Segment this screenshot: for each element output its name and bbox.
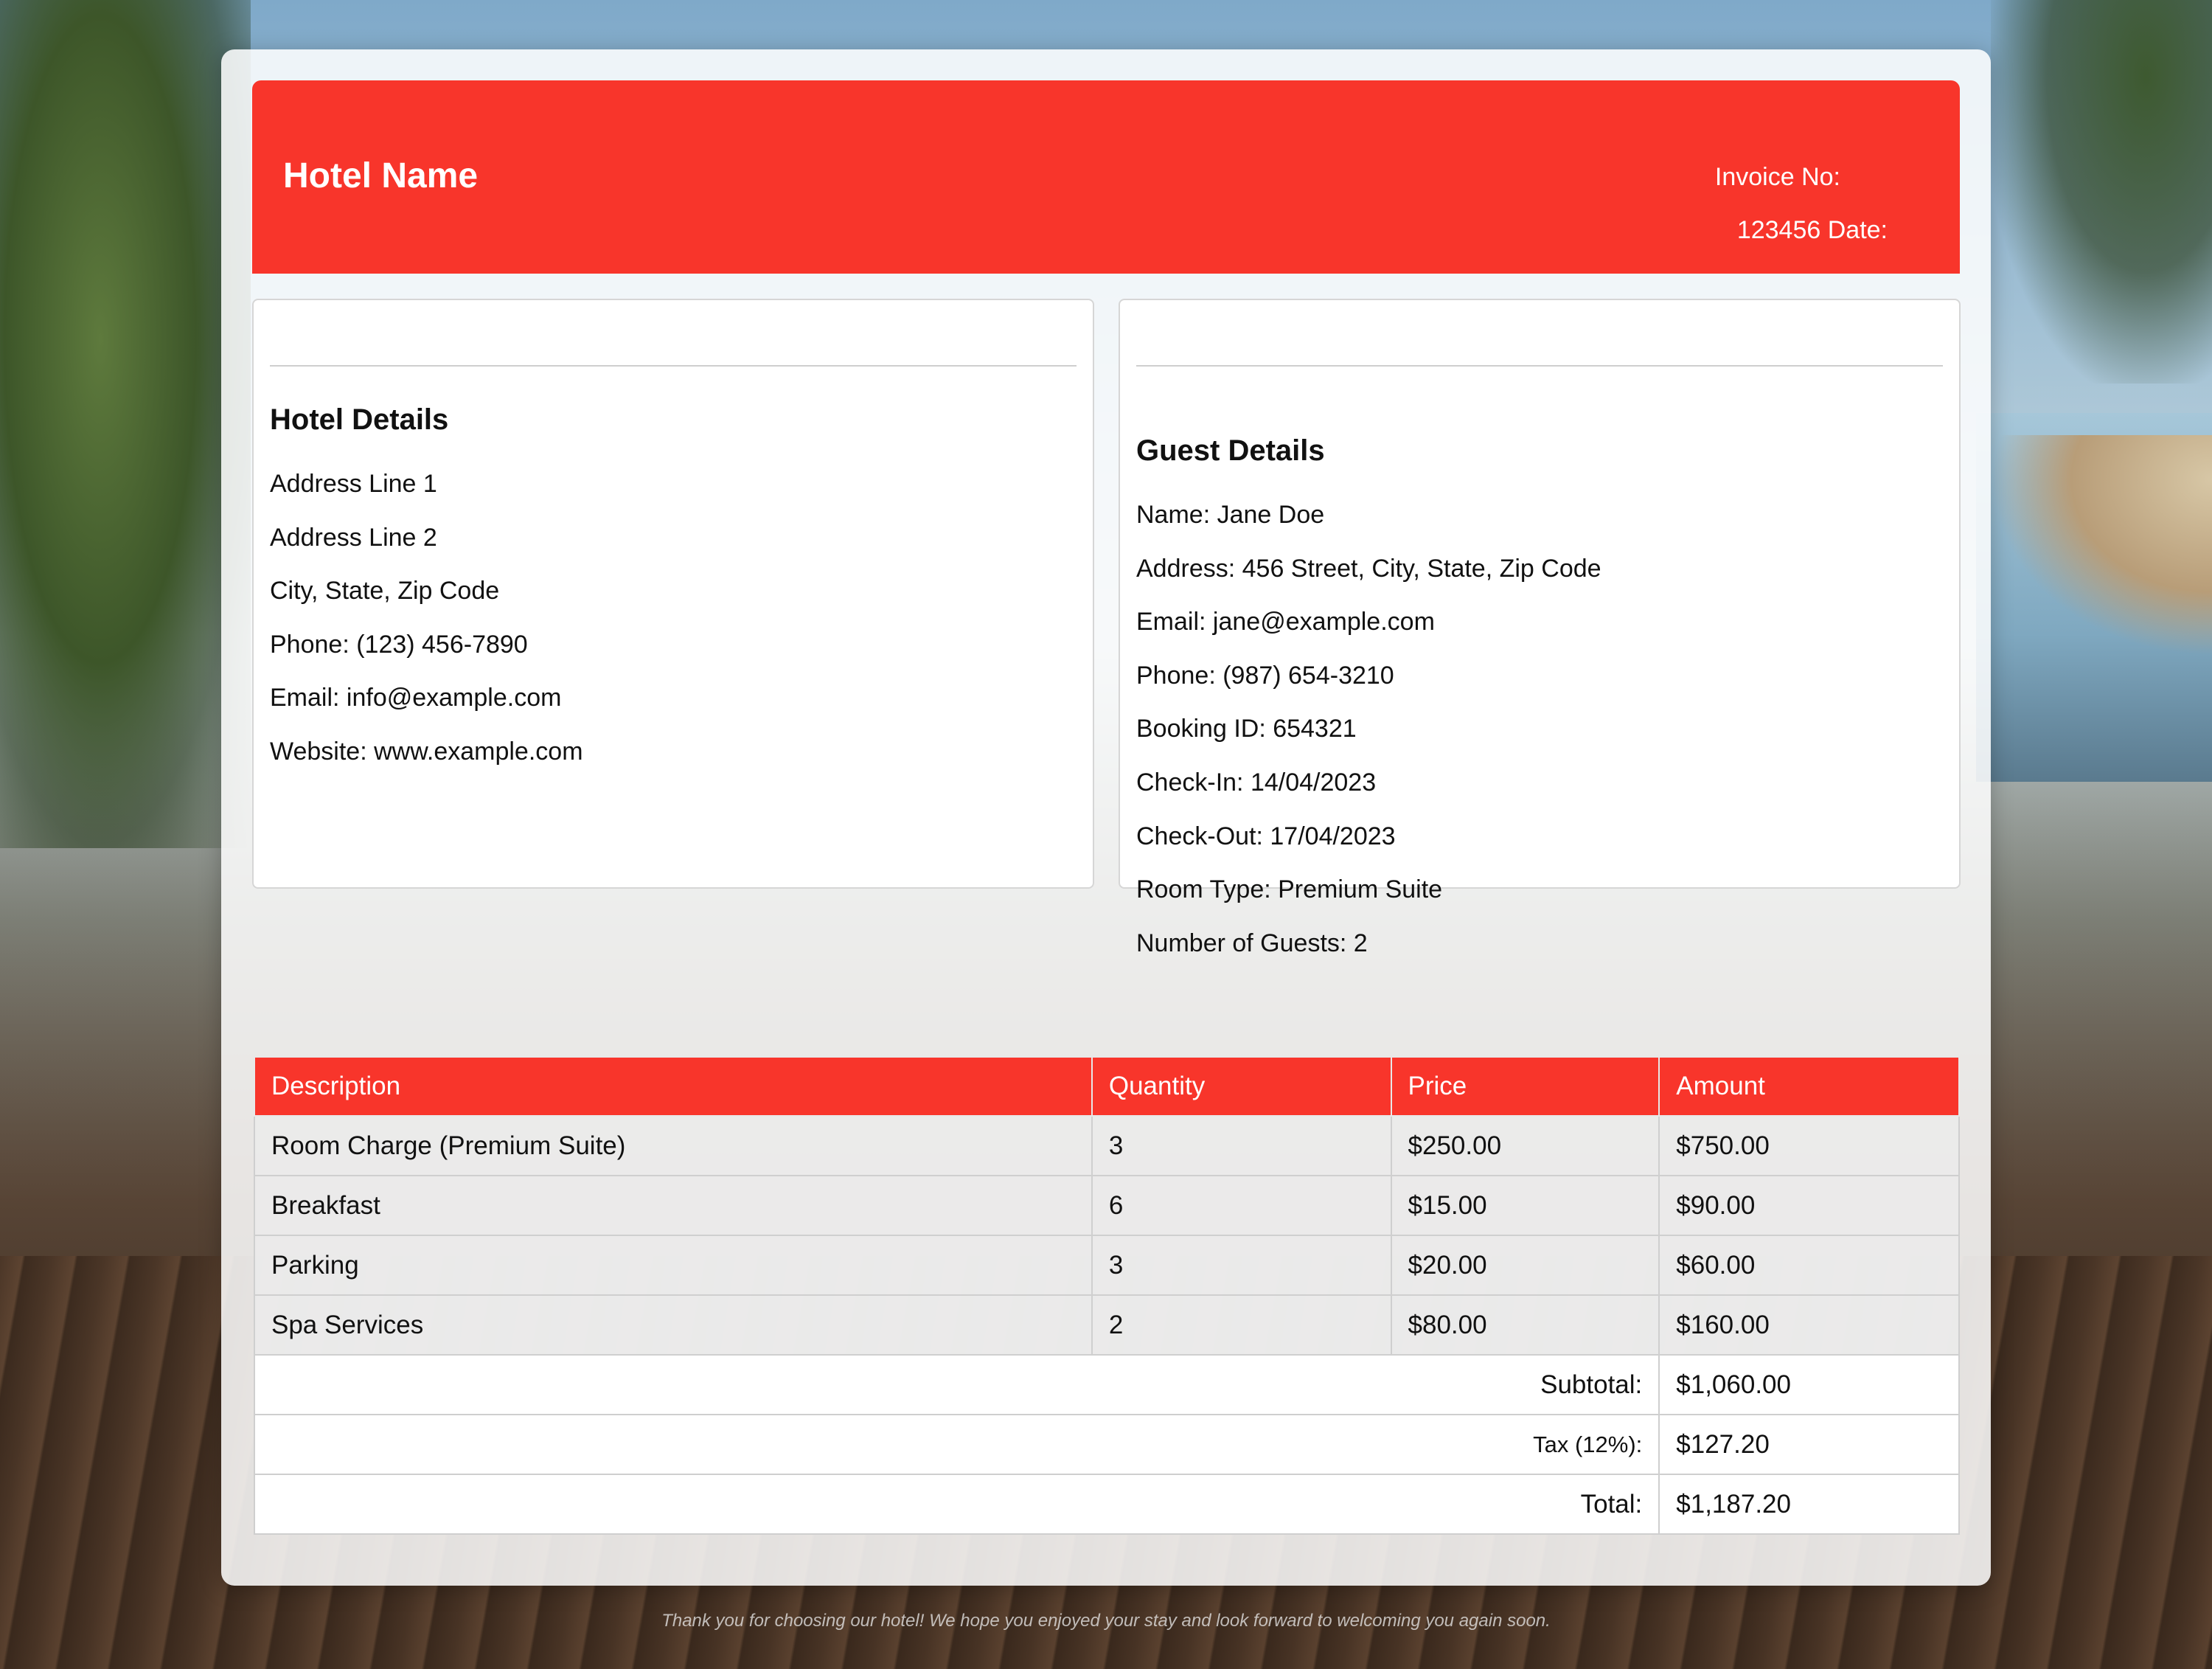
invoice-header: Hotel Name Invoice No: 123456 Date:	[252, 80, 1960, 274]
check-out: Check-Out: 17/04/2023	[1136, 822, 1396, 850]
cell-price: $250.00	[1390, 1115, 1660, 1176]
table-row: Breakfast 6 $15.00 $90.00	[254, 1175, 1960, 1236]
divider	[1136, 365, 1943, 367]
cell-price: $80.00	[1390, 1294, 1660, 1356]
check-in: Check-In: 14/04/2023	[1136, 768, 1377, 797]
guest-address: Address: 456 Street, City, State, Zip Co…	[1136, 554, 1601, 583]
room-type: Room Type: Premium Suite	[1136, 875, 1443, 904]
guest-details-heading: Guest Details	[1136, 434, 1325, 467]
number-of-guests: Number of Guests: 2	[1136, 929, 1368, 957]
guest-name: Name: Jane Doe	[1136, 501, 1325, 529]
cell-quantity: 3	[1091, 1235, 1392, 1296]
invoice-number-date: 123456 Date:	[1736, 216, 1888, 244]
guest-details-panel: Guest Details Name: Jane Doe Address: 45…	[1119, 299, 1961, 956]
cell-description: Parking	[254, 1235, 1093, 1296]
cell-price: $20.00	[1390, 1235, 1660, 1296]
hotel-address-line-2: Address Line 2	[270, 523, 437, 552]
hotel-city-state-zip: City, State, Zip Code	[270, 577, 500, 606]
guest-details-list: Name: Jane Doe Address: 456 Street, City…	[1136, 502, 1601, 984]
column-header-price: Price	[1390, 1056, 1660, 1117]
column-header-quantity: Quantity	[1091, 1056, 1392, 1117]
cell-quantity: 2	[1091, 1294, 1392, 1356]
tax-row: Tax (12%): $127.20	[253, 1414, 1960, 1475]
guest-email: Email: jane@example.com	[1136, 608, 1435, 636]
table-row: Parking 3 $20.00 $60.00	[254, 1235, 1960, 1296]
hotel-address-line-1: Address Line 1	[270, 470, 437, 498]
hotel-details-heading: Hotel Details	[270, 403, 449, 436]
background-palm-right	[1991, 0, 2212, 384]
total-value: $1,187.20	[1658, 1474, 1960, 1535]
background-palm-trees	[0, 0, 251, 848]
invoice-items-table: Description Quantity Price Amount Room C…	[253, 1056, 1960, 1535]
hotel-details-panel: Hotel Details Address Line 1 Address Lin…	[252, 299, 1094, 889]
cell-amount: $90.00	[1658, 1175, 1960, 1236]
footer-thank-you-note: Thank you for choosing our hotel! We hop…	[661, 1611, 1551, 1631]
total-label: Total:	[253, 1474, 1660, 1535]
column-header-amount: Amount	[1658, 1056, 1960, 1117]
tax-label: Tax (12%):	[253, 1414, 1660, 1475]
hotel-email: Email: info@example.com	[270, 684, 562, 712]
tax-value: $127.20	[1658, 1414, 1960, 1475]
divider	[270, 365, 1077, 367]
cell-description: Room Charge (Premium Suite)	[254, 1115, 1093, 1176]
table-row: Room Charge (Premium Suite) 3 $250.00 $7…	[254, 1115, 1960, 1176]
hotel-name: Hotel Name	[283, 156, 479, 195]
cell-quantity: 3	[1091, 1115, 1392, 1176]
cell-description: Breakfast	[254, 1175, 1093, 1236]
subtotal-value: $1,060.00	[1658, 1354, 1960, 1415]
guest-phone: Phone: (987) 654-3210	[1136, 661, 1394, 690]
cell-description: Spa Services	[254, 1294, 1093, 1356]
background-umbrella	[1991, 435, 2212, 656]
hotel-details-list: Address Line 1 Address Line 2 City, Stat…	[270, 471, 583, 793]
subtotal-row: Subtotal: $1,060.00	[253, 1354, 1960, 1415]
booking-id: Booking ID: 654321	[1136, 715, 1357, 743]
cell-price: $15.00	[1390, 1175, 1660, 1236]
cell-amount: $60.00	[1658, 1235, 1960, 1296]
cell-quantity: 6	[1091, 1175, 1392, 1236]
table-header-row: Description Quantity Price Amount	[254, 1056, 1960, 1117]
hotel-phone: Phone: (123) 456-7890	[270, 630, 528, 659]
total-row: Total: $1,187.20	[253, 1474, 1960, 1535]
cell-amount: $160.00	[1658, 1294, 1960, 1356]
column-header-description: Description	[254, 1056, 1093, 1117]
hotel-website: Website: www.example.com	[270, 737, 583, 766]
cell-amount: $750.00	[1658, 1115, 1960, 1176]
subtotal-label: Subtotal:	[253, 1354, 1660, 1415]
invoice-number-label: Invoice No:	[1714, 163, 1840, 191]
table-row: Spa Services 2 $80.00 $160.00	[254, 1294, 1960, 1356]
